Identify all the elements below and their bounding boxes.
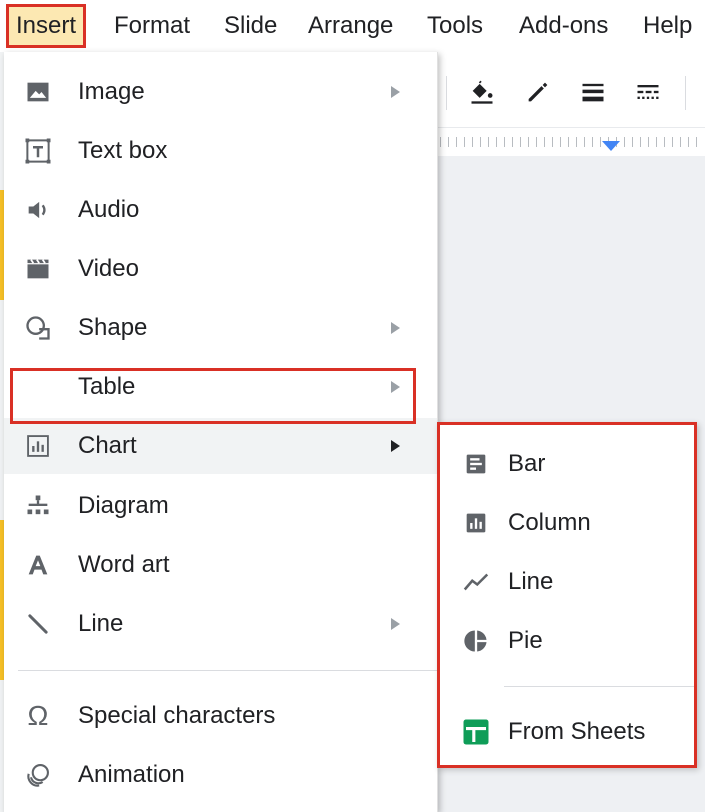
text-box-icon (22, 135, 54, 167)
menu-item-label: Audio (78, 196, 140, 223)
menu-item-word-art[interactable]: Word art (4, 537, 437, 593)
submenu-arrow-icon (391, 440, 400, 452)
pencil-icon[interactable] (524, 78, 552, 106)
submenu-item-label: Column (508, 509, 591, 536)
menu-item-line[interactable]: Line (4, 596, 437, 652)
menu-insert[interactable]: Insert (5, 4, 87, 48)
shape-icon (22, 312, 54, 344)
column-chart-icon (460, 507, 492, 539)
video-icon (22, 253, 54, 285)
submenu-item-label: From Sheets (508, 718, 646, 745)
menu-divider (18, 670, 438, 671)
insert-menu: Image Text box Audio Video Shape Table C… (4, 52, 438, 812)
submenu-item-label: Bar (508, 450, 546, 477)
menu-item-image[interactable]: Image (4, 64, 437, 120)
chart-icon (22, 430, 54, 462)
submenu-item-label: Pie (508, 627, 543, 654)
sheets-icon (460, 716, 492, 748)
submenu-item-pie[interactable]: Pie (440, 613, 694, 669)
omega-icon: Ω (27, 700, 49, 731)
submenu-arrow-icon (391, 381, 400, 393)
submenu-divider (504, 686, 694, 687)
menu-item-animation[interactable]: Animation (4, 747, 437, 803)
menu-item-label: Text box (78, 137, 168, 164)
menu-item-label: Shape (78, 314, 148, 341)
menu-item-video[interactable]: Video (4, 241, 437, 297)
menubar: Insert Format Slide Arrange Tools Add-on… (0, 0, 705, 52)
menu-item-audio[interactable]: Audio (4, 182, 437, 238)
menu-item-label: Diagram (78, 492, 169, 519)
submenu-item-bar[interactable]: Bar (440, 436, 694, 492)
menu-item-label: Video (78, 255, 139, 282)
toolbar-divider (685, 76, 686, 110)
image-icon (22, 76, 54, 108)
submenu-item-from-sheets[interactable]: From Sheets (440, 704, 694, 760)
menu-item-shape[interactable]: Shape (4, 300, 437, 356)
menu-item-diagram[interactable]: Diagram (4, 478, 437, 534)
menu-format[interactable]: Format (114, 8, 190, 44)
menu-item-label: Line (78, 610, 124, 637)
menu-item-label: Table (78, 373, 136, 400)
submenu-arrow-icon (391, 86, 400, 98)
pie-chart-icon (460, 625, 492, 657)
audio-icon (22, 194, 54, 226)
line-weight-icon[interactable] (579, 78, 607, 106)
word-art-icon (22, 549, 54, 581)
line-icon (22, 608, 54, 640)
menu-help[interactable]: Help (643, 8, 692, 44)
submenu-arrow-icon (391, 322, 400, 334)
menu-item-label: Chart (78, 432, 137, 459)
menu-item-label: Image (78, 78, 145, 105)
menu-item-table[interactable]: Table (4, 359, 437, 415)
menu-item-special-characters[interactable]: Ω Special characters (4, 688, 437, 744)
ruler-ticks (440, 137, 700, 147)
menu-item-text-box[interactable]: Text box (4, 123, 437, 179)
menu-item-label: Animation (78, 761, 185, 788)
submenu-item-column[interactable]: Column (440, 495, 694, 551)
line-dash-icon[interactable] (634, 78, 662, 106)
bar-chart-icon (460, 448, 492, 480)
menu-arrange[interactable]: Arrange (308, 8, 393, 44)
menu-add-ons[interactable]: Add-ons (519, 8, 608, 44)
chart-submenu: Bar Column Line Pie From Sheets (437, 422, 697, 768)
submenu-item-line[interactable]: Line (440, 554, 694, 610)
line-chart-icon (460, 566, 492, 598)
paint-bucket-icon[interactable] (468, 78, 496, 106)
menu-item-chart[interactable]: Chart (4, 418, 437, 474)
menu-item-label: Special characters (78, 702, 276, 729)
diagram-icon (22, 490, 54, 522)
toolbar-divider (446, 76, 447, 110)
menu-tools[interactable]: Tools (427, 8, 483, 44)
menu-item-label: Word art (78, 551, 170, 578)
animation-icon (22, 759, 54, 791)
menu-slide[interactable]: Slide (224, 8, 277, 44)
submenu-arrow-icon (391, 618, 400, 630)
submenu-item-label: Line (508, 568, 554, 595)
indent-marker[interactable] (602, 141, 620, 151)
